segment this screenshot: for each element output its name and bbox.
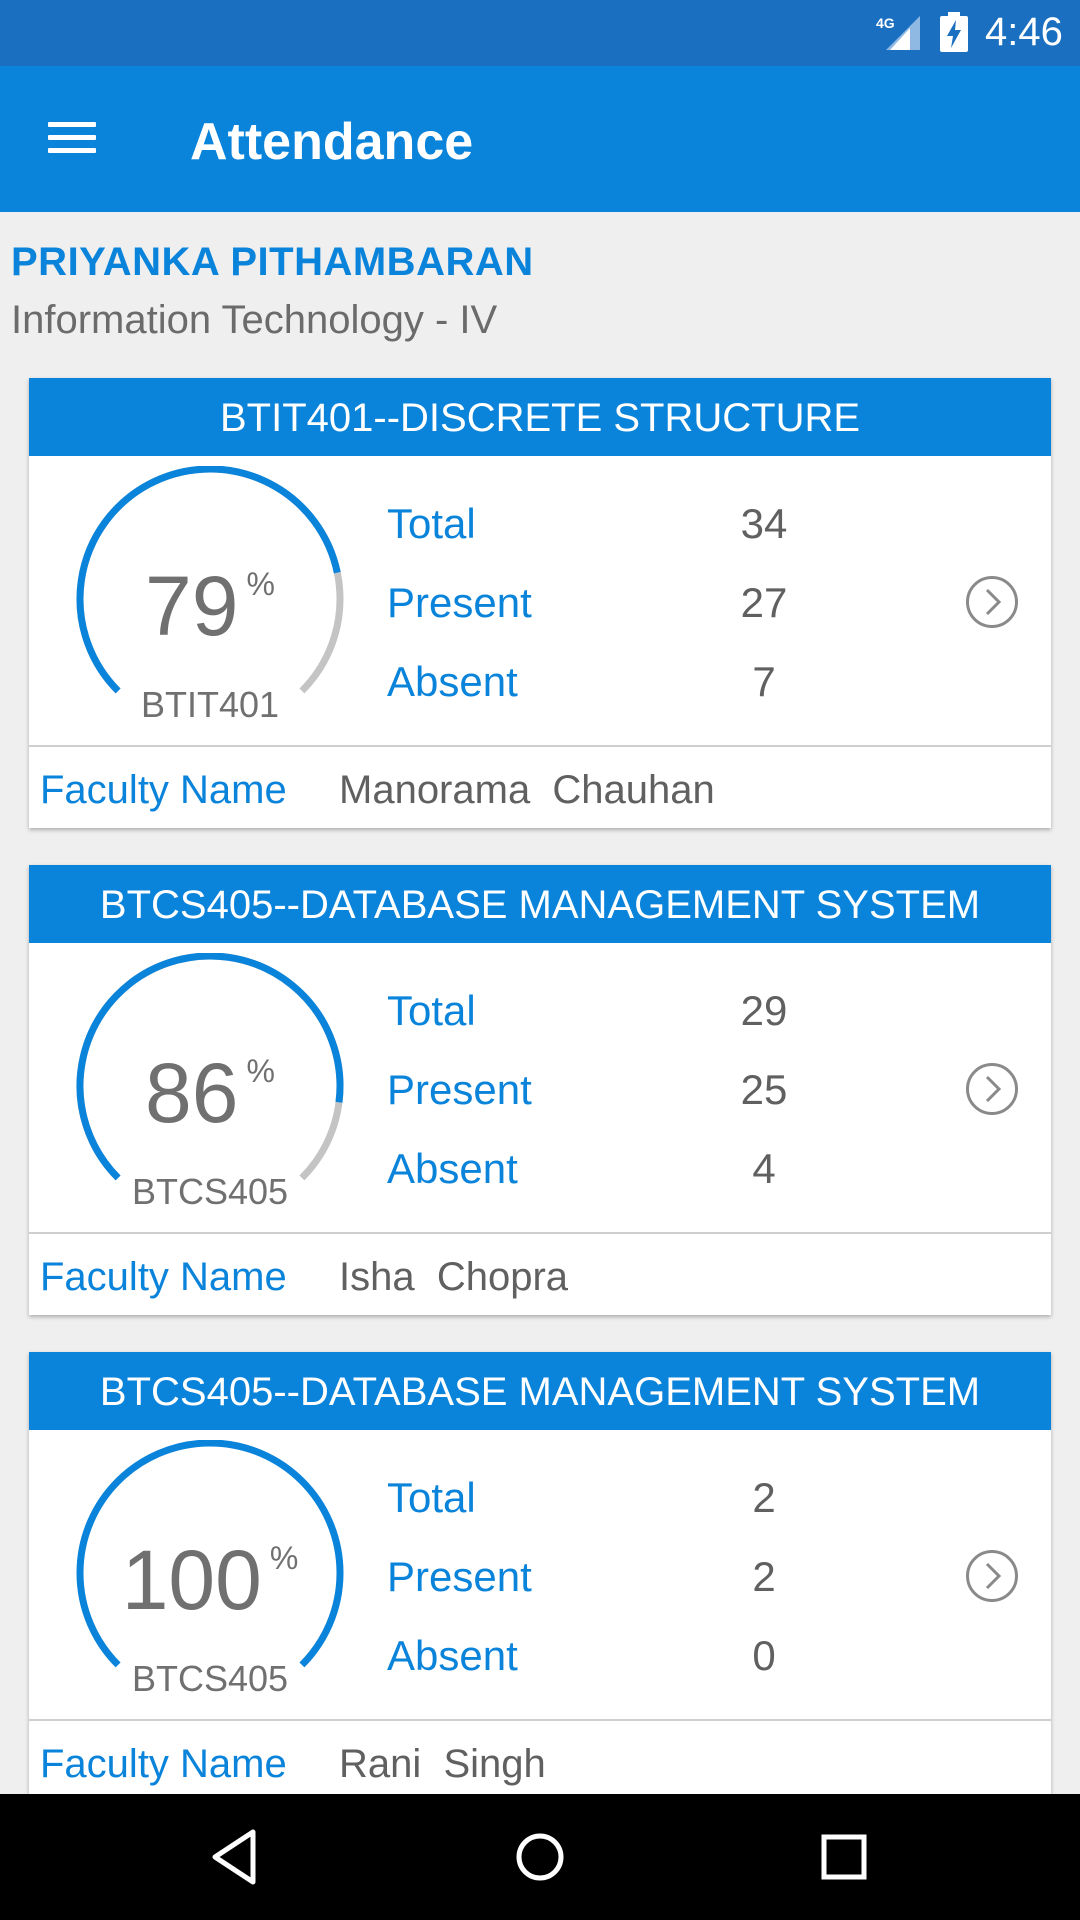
divider (29, 1719, 1051, 1721)
course-code: BTCS405 (131, 1171, 289, 1212)
present-value: 27 (740, 579, 788, 626)
course-card[interactable]: BTCS405--DATABASE MANAGEMENT SYSTEM 86% … (29, 865, 1051, 1315)
present-value: 25 (740, 1066, 788, 1113)
faculty-label: Faculty Name (40, 1255, 287, 1299)
total-label: Total (387, 987, 476, 1034)
page-title: Attendance (190, 113, 474, 171)
course-title: BTCS405--DATABASE MANAGEMENT SYSTEM (29, 1352, 1051, 1430)
absent-value: 4 (752, 1145, 776, 1192)
percent-sign: % (246, 566, 275, 602)
app-bar: Attendance (0, 66, 1080, 212)
student-department: Information Technology - IV (11, 298, 498, 342)
present-label: Present (387, 1553, 532, 1600)
present-label: Present (387, 579, 532, 626)
attendance-gauge: 79% BTIT401 (65, 466, 355, 736)
attendance-percentage: 79 (145, 559, 239, 653)
status-bar: 4G 4:46 (0, 0, 1080, 66)
attendance-percentage: 100 (121, 1533, 262, 1627)
total-label: Total (387, 500, 476, 547)
percent-sign: % (246, 1053, 275, 1089)
course-title: BTCS405--DATABASE MANAGEMENT SYSTEM (29, 865, 1051, 943)
course-card[interactable]: BTIT401--DISCRETE STRUCTURE 79% BTIT401 … (29, 378, 1051, 828)
clock: 4:46 (985, 10, 1063, 54)
absent-label: Absent (387, 1632, 518, 1679)
attendance-percentage: 86 (145, 1046, 239, 1140)
absent-value: 0 (752, 1632, 776, 1679)
attendance-gauge: 86% BTCS405 (65, 953, 355, 1223)
course-code: BTIT401 (140, 684, 280, 725)
battery-charging-icon (940, 12, 968, 52)
hamburger-menu-icon[interactable] (44, 118, 100, 158)
absent-label: Absent (387, 1145, 518, 1192)
absent-value: 7 (752, 658, 776, 705)
present-label: Present (387, 1066, 532, 1113)
total-value: 29 (740, 987, 788, 1034)
course-code: BTCS405 (131, 1658, 289, 1699)
absent-label: Absent (387, 658, 518, 705)
faculty-name: Isha Chopra (339, 1255, 569, 1299)
course-card[interactable]: BTCS405--DATABASE MANAGEMENT SYSTEM 100%… (29, 1352, 1051, 1802)
student-name: PRIYANKA PITHAMBARAN (11, 240, 534, 284)
total-value: 2 (752, 1474, 776, 1521)
faculty-name: Rani Singh (339, 1742, 546, 1786)
back-icon[interactable] (203, 1824, 269, 1890)
svg-text:4G: 4G (876, 15, 895, 31)
signal-4g-icon: 4G (876, 15, 920, 50)
total-label: Total (387, 1474, 476, 1521)
chevron-right-circle-icon[interactable] (965, 1062, 1019, 1116)
recents-icon[interactable] (811, 1824, 877, 1890)
faculty-label: Faculty Name (40, 1742, 287, 1786)
chevron-right-circle-icon[interactable] (965, 575, 1019, 629)
divider (29, 745, 1051, 747)
present-value: 2 (752, 1553, 776, 1600)
attendance-gauge: 100% BTCS405 (65, 1440, 355, 1710)
faculty-label: Faculty Name (40, 768, 287, 812)
divider (29, 1232, 1051, 1234)
percent-sign: % (269, 1540, 299, 1576)
course-title: BTIT401--DISCRETE STRUCTURE (29, 378, 1051, 456)
chevron-right-circle-icon[interactable] (965, 1549, 1019, 1603)
navigation-bar (0, 1794, 1080, 1920)
faculty-name: Manorama Chauhan (339, 768, 715, 812)
total-value: 34 (740, 500, 788, 547)
home-icon[interactable] (507, 1824, 573, 1890)
